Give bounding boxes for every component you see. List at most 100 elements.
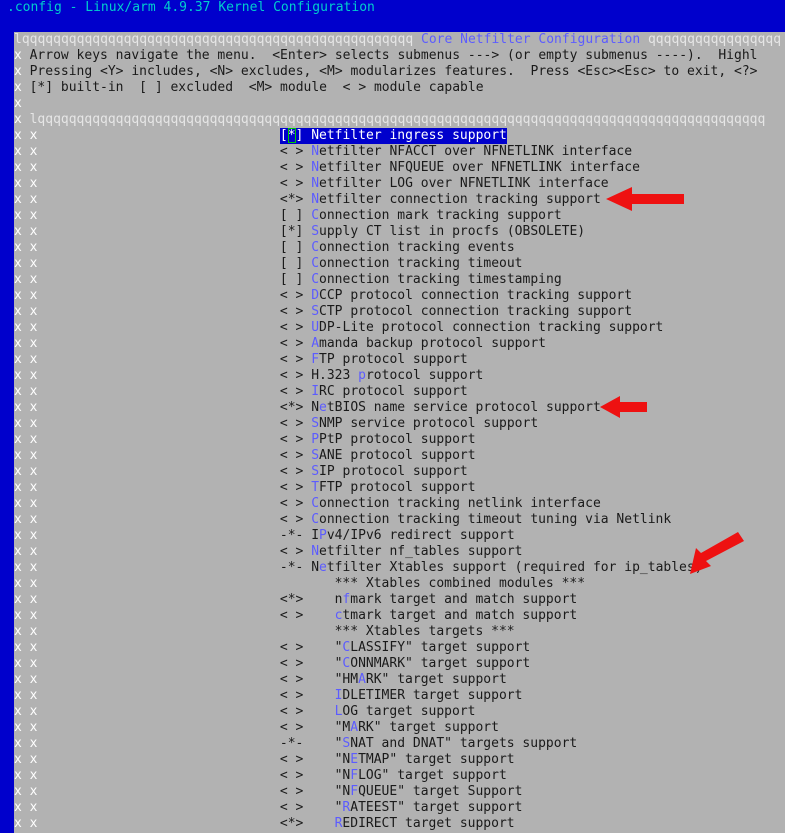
dialog-left-border: x xyxy=(14,672,22,687)
menu-item[interactable]: UDP-Lite protocol connection tracking su… xyxy=(311,320,663,336)
dialog-left-border: x xyxy=(14,720,22,735)
menu-item-flag[interactable]: < > xyxy=(280,768,303,784)
menu-item[interactable]: "NETMAP" target support xyxy=(335,752,515,768)
dialog-left-border: x xyxy=(14,608,22,623)
left-blue-gutter xyxy=(0,32,14,833)
menu-left-border: x xyxy=(29,464,38,479)
menu-item-flag[interactable]: < > xyxy=(280,352,303,368)
menu-item[interactable]: Connection tracking timeout xyxy=(311,256,522,272)
menu-item-flag[interactable]: < > xyxy=(280,704,303,720)
menu-item[interactable]: "SNAT and DNAT" targets support xyxy=(335,736,578,752)
menu-item-flag[interactable]: -*- xyxy=(280,528,303,544)
menu-item[interactable]: Connection tracking netlink interface xyxy=(311,496,601,512)
menu-item-flag[interactable]: < > xyxy=(280,448,303,464)
menu-item[interactable]: "NFQUEUE" target Support xyxy=(335,784,523,800)
menu-item-flag[interactable]: < > xyxy=(280,368,303,384)
menu-item[interactable]: Netfilter NFACCT over NFNETLINK interfac… xyxy=(311,144,632,160)
menu-left-border: x xyxy=(29,240,38,255)
dialog-left-border: x xyxy=(14,448,22,463)
menu-item[interactable]: Netfilter Xtables support (required for … xyxy=(311,560,702,576)
menu-left-border: x xyxy=(29,608,38,623)
menu-item[interactable]: H.323 protocol support xyxy=(311,368,483,384)
menu-item-flag[interactable]: [ ] xyxy=(280,208,303,224)
menu-item-flag[interactable]: <*> xyxy=(280,192,303,208)
menu-item-flag[interactable]: < > xyxy=(280,800,303,816)
menu-item-flag[interactable]: < > xyxy=(280,432,303,448)
menu-item-flag[interactable]: < > xyxy=(280,144,303,160)
menu-item[interactable]: ctmark target and match support xyxy=(335,608,578,624)
menu-item-flag[interactable]: < > xyxy=(280,496,303,512)
menu-item[interactable]: Amanda backup protocol support xyxy=(311,336,546,352)
menu-item[interactable]: Supply CT list in procfs (OBSOLETE) xyxy=(311,224,585,240)
menu-item-flag[interactable]: < > xyxy=(280,288,303,304)
menu-item-flag[interactable]: [ ] xyxy=(280,240,303,256)
menu-item[interactable]: nfmark target and match support xyxy=(335,592,578,608)
menu-item[interactable]: Netfilter NFQUEUE over NFNETLINK interfa… xyxy=(311,160,640,176)
menu-item[interactable]: REDIRECT target support xyxy=(335,816,515,832)
menu-item-flag[interactable]: <*> xyxy=(280,816,303,832)
dialog-left-border: x xyxy=(14,496,22,511)
menu-item[interactable]: SNMP service protocol support xyxy=(311,416,538,432)
menu-item[interactable]: NetBIOS name service protocol support xyxy=(311,400,601,416)
menu-item-flag[interactable]: < > xyxy=(280,176,303,192)
menu-item[interactable]: Connection tracking events xyxy=(311,240,515,256)
menu-item-flag[interactable]: < > xyxy=(280,752,303,768)
menu-item-flag[interactable]: < > xyxy=(280,640,303,656)
menu-item-flag[interactable]: < > xyxy=(280,384,303,400)
menu-item[interactable]: "RATEEST" target support xyxy=(335,800,523,816)
menu-item-flag[interactable]: < > xyxy=(280,464,303,480)
menu-left-border: x xyxy=(29,688,38,703)
dialog-left-border: x xyxy=(14,480,22,495)
menu-item-flag[interactable]: < > xyxy=(280,336,303,352)
dialog-left-border: x xyxy=(14,432,22,447)
menu-item-flag[interactable]: < > xyxy=(280,688,303,704)
menu-item-flag[interactable]: < > xyxy=(280,544,303,560)
menu-item-flag[interactable]: < > xyxy=(280,720,303,736)
menu-item[interactable]: Connection tracking timestamping xyxy=(311,272,561,288)
menu-item-flag[interactable]: < > xyxy=(280,512,303,528)
dialog-left-border: x xyxy=(14,80,22,95)
menu-item-flag[interactable]: < > xyxy=(280,416,303,432)
menu-item[interactable]: PPtP protocol support xyxy=(311,432,475,448)
menu-item-flag[interactable]: < > xyxy=(280,304,303,320)
menu-left-border: x xyxy=(29,560,38,575)
menu-item[interactable]: "CONNMARK" target support xyxy=(335,656,531,672)
menu-item[interactable]: IPv4/IPv6 redirect support xyxy=(311,528,515,544)
menu-item-flag[interactable]: < > xyxy=(280,608,303,624)
menu-item-flag[interactable]: [*] xyxy=(280,224,303,240)
menu-item[interactable]: "NFLOG" target support xyxy=(335,768,507,784)
menu-item-flag[interactable]: < > xyxy=(280,160,303,176)
menu-item[interactable]: LOG target support xyxy=(335,704,476,720)
menu-item[interactable]: SIP protocol support xyxy=(311,464,468,480)
dialog-left-border: x xyxy=(14,352,22,367)
menu-item[interactable]: DCCP protocol connection tracking suppor… xyxy=(311,288,632,304)
menu-item-flag[interactable]: < > xyxy=(280,672,303,688)
menu-item[interactable]: Netfilter connection tracking support xyxy=(311,192,601,208)
menu-item[interactable]: "HMARK" target support xyxy=(335,672,507,688)
menu-item[interactable]: Connection tracking timeout tuning via N… xyxy=(311,512,671,528)
breadcrumb: > Networking support > Networking option… xyxy=(0,16,785,47)
menu-item-flag[interactable]: -*- xyxy=(280,736,303,752)
menu-item[interactable]: Netfilter nf_tables support xyxy=(311,544,522,560)
menu-item-flag[interactable]: < > xyxy=(280,480,303,496)
menu-item-flag[interactable]: < > xyxy=(280,656,303,672)
menu-item[interactable]: SANE protocol support xyxy=(311,448,475,464)
menu-item-flag[interactable]: [ ] xyxy=(280,272,303,288)
menu-item[interactable]: "MARK" target support xyxy=(335,720,499,736)
menu-item[interactable]: TFTP protocol support xyxy=(311,480,475,496)
menu-item-flag[interactable]: < > xyxy=(280,320,303,336)
menu-item[interactable]: IDLETIMER target support xyxy=(335,688,523,704)
menu-item[interactable]: Netfilter LOG over NFNETLINK interface xyxy=(311,176,608,192)
menu-item[interactable]: Connection mark tracking support xyxy=(311,208,561,224)
menu-item[interactable]: FTP protocol support xyxy=(311,352,468,368)
menu-item[interactable]: IRC protocol support xyxy=(311,384,468,400)
menu-item-flag[interactable]: <*> xyxy=(280,592,303,608)
menu-item[interactable]: "CLASSIFY" target support xyxy=(335,640,531,656)
menu-item-flag[interactable]: < > xyxy=(280,784,303,800)
menu-left-border: x xyxy=(29,288,38,303)
menu-item-flag[interactable]: <*> xyxy=(280,400,303,416)
menu-item-flag[interactable]: -*- xyxy=(280,560,303,576)
menu-item-flag[interactable]: [ ] xyxy=(280,256,303,272)
menu-item[interactable]: SCTP protocol connection tracking suppor… xyxy=(311,304,632,320)
menu-item-selected[interactable]: [*] Netfilter ingress support xyxy=(279,128,507,144)
